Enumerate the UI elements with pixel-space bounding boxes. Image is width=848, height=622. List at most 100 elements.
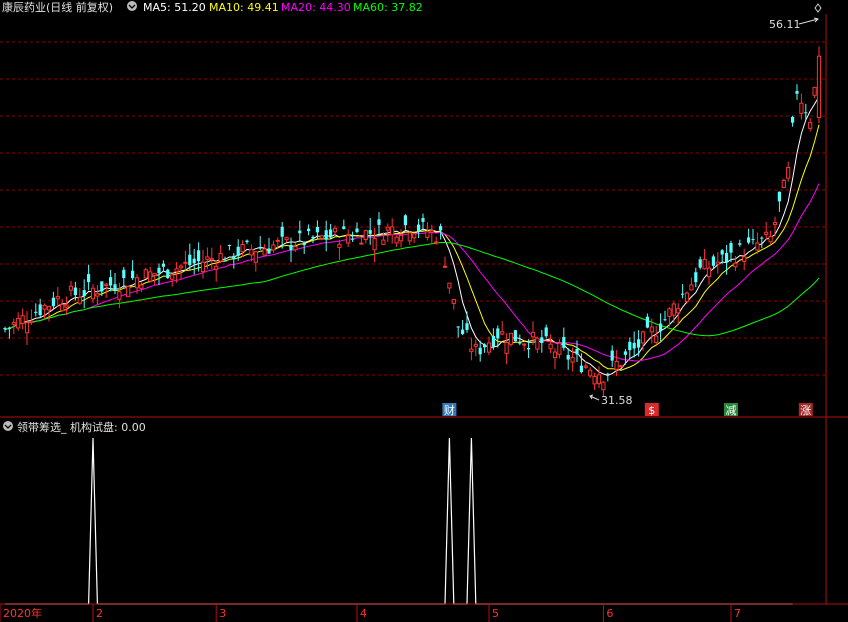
candle-body xyxy=(681,293,685,295)
candle-body xyxy=(134,277,140,289)
candle-body xyxy=(16,317,21,329)
candle-body xyxy=(307,228,311,232)
candle-body xyxy=(596,374,602,385)
event-marker-label: $ xyxy=(648,404,655,417)
candle-body xyxy=(530,331,536,338)
candle-body xyxy=(324,230,328,240)
chart-title: 康辰药业(日线 前复权) xyxy=(2,0,113,14)
candle-body xyxy=(113,284,117,291)
candle-body xyxy=(478,347,482,355)
candle-body xyxy=(522,343,527,346)
indicator-settings-icon[interactable] xyxy=(3,421,13,431)
ma60-label: MA60: 37.82 xyxy=(353,1,423,14)
candle-body xyxy=(223,260,227,262)
candle-body xyxy=(363,230,368,241)
candle-body xyxy=(253,251,258,263)
tick-label: 5 xyxy=(492,607,499,620)
candle-body xyxy=(614,360,619,370)
candle-body xyxy=(359,242,364,245)
candle-body xyxy=(583,365,588,368)
candle-body xyxy=(148,271,153,282)
candle-body xyxy=(34,311,38,313)
ma10-label: MA10: 49.41 xyxy=(209,1,279,14)
candle-body xyxy=(346,234,351,244)
candle-body xyxy=(456,326,460,328)
candle-body xyxy=(381,239,386,245)
tick-label: 2020年 xyxy=(3,606,42,620)
stock-chart[interactable]: 康辰药业(日线 前复权) MA5: 51.20 MA10: 49.41 MA20… xyxy=(0,0,848,622)
candle-body xyxy=(412,233,417,239)
candle-body xyxy=(55,296,60,300)
tick-label: 4 xyxy=(360,607,367,620)
indicator-title: 领带筹选_ 机构试盘: 0.00 xyxy=(17,420,146,434)
candle-body xyxy=(73,287,77,296)
candle-body xyxy=(7,327,11,329)
candle-body xyxy=(791,116,795,123)
event-marker[interactable]: 财 xyxy=(442,403,457,417)
candle-body xyxy=(702,258,707,270)
candle-body xyxy=(667,308,672,317)
candle-body xyxy=(451,298,456,304)
candle-body xyxy=(332,227,338,233)
candle-body xyxy=(777,191,781,202)
candle-body xyxy=(192,258,196,264)
candle-body xyxy=(245,240,249,243)
candle-body xyxy=(100,281,104,292)
candle-body xyxy=(751,239,755,241)
ma5-line xyxy=(4,96,820,377)
candle-body xyxy=(390,226,395,236)
event-marker[interactable]: 减 xyxy=(724,403,738,417)
candle-body xyxy=(407,232,412,242)
candle-body xyxy=(786,167,791,179)
candle-body xyxy=(205,256,210,260)
candle-body xyxy=(87,274,91,283)
candle-body xyxy=(663,319,667,321)
candle-body xyxy=(319,235,324,239)
candle-body xyxy=(562,337,566,348)
expand-icon[interactable] xyxy=(814,3,822,13)
candle-body xyxy=(738,243,742,245)
event-marker-label: 财 xyxy=(444,403,455,417)
candle-body xyxy=(197,250,201,262)
candle-body xyxy=(280,226,284,237)
tick-label: 6 xyxy=(606,607,613,620)
candle-body xyxy=(429,229,434,233)
candle-body xyxy=(351,238,355,240)
candle-body xyxy=(372,238,377,251)
event-marker[interactable]: $ xyxy=(644,403,659,417)
candle-body xyxy=(174,268,179,273)
main-grid xyxy=(0,41,826,376)
candle-body xyxy=(469,348,474,353)
candle-body xyxy=(355,228,359,233)
candle-body xyxy=(298,230,302,234)
high-arrow-icon xyxy=(798,17,819,25)
candle-body xyxy=(799,102,804,114)
candle-body xyxy=(24,322,30,334)
candle-body xyxy=(218,252,223,262)
candle-body xyxy=(403,215,407,226)
candle-body xyxy=(82,290,86,297)
candle-body xyxy=(637,339,641,348)
tick-label: 3 xyxy=(219,607,226,620)
candle-body xyxy=(768,235,773,243)
candle-body xyxy=(781,179,786,189)
candle-body xyxy=(645,316,649,328)
candle-body xyxy=(676,308,681,314)
event-marker[interactable]: 涨 xyxy=(798,403,813,417)
candle-body xyxy=(342,226,346,229)
candle-body xyxy=(579,365,583,373)
candle-body xyxy=(729,243,733,253)
settings-icon[interactable] xyxy=(127,1,137,11)
candle-body xyxy=(368,230,372,234)
candle-body xyxy=(329,229,333,238)
candle-body xyxy=(284,237,289,241)
candle-body xyxy=(227,244,231,246)
candle-body xyxy=(126,285,131,298)
candle-body xyxy=(540,337,544,344)
candle-body xyxy=(131,270,135,279)
candle-body xyxy=(610,350,614,361)
candle-body xyxy=(3,328,7,330)
candle-body xyxy=(491,336,495,347)
candle-body xyxy=(262,248,267,256)
candle-body xyxy=(11,321,16,325)
